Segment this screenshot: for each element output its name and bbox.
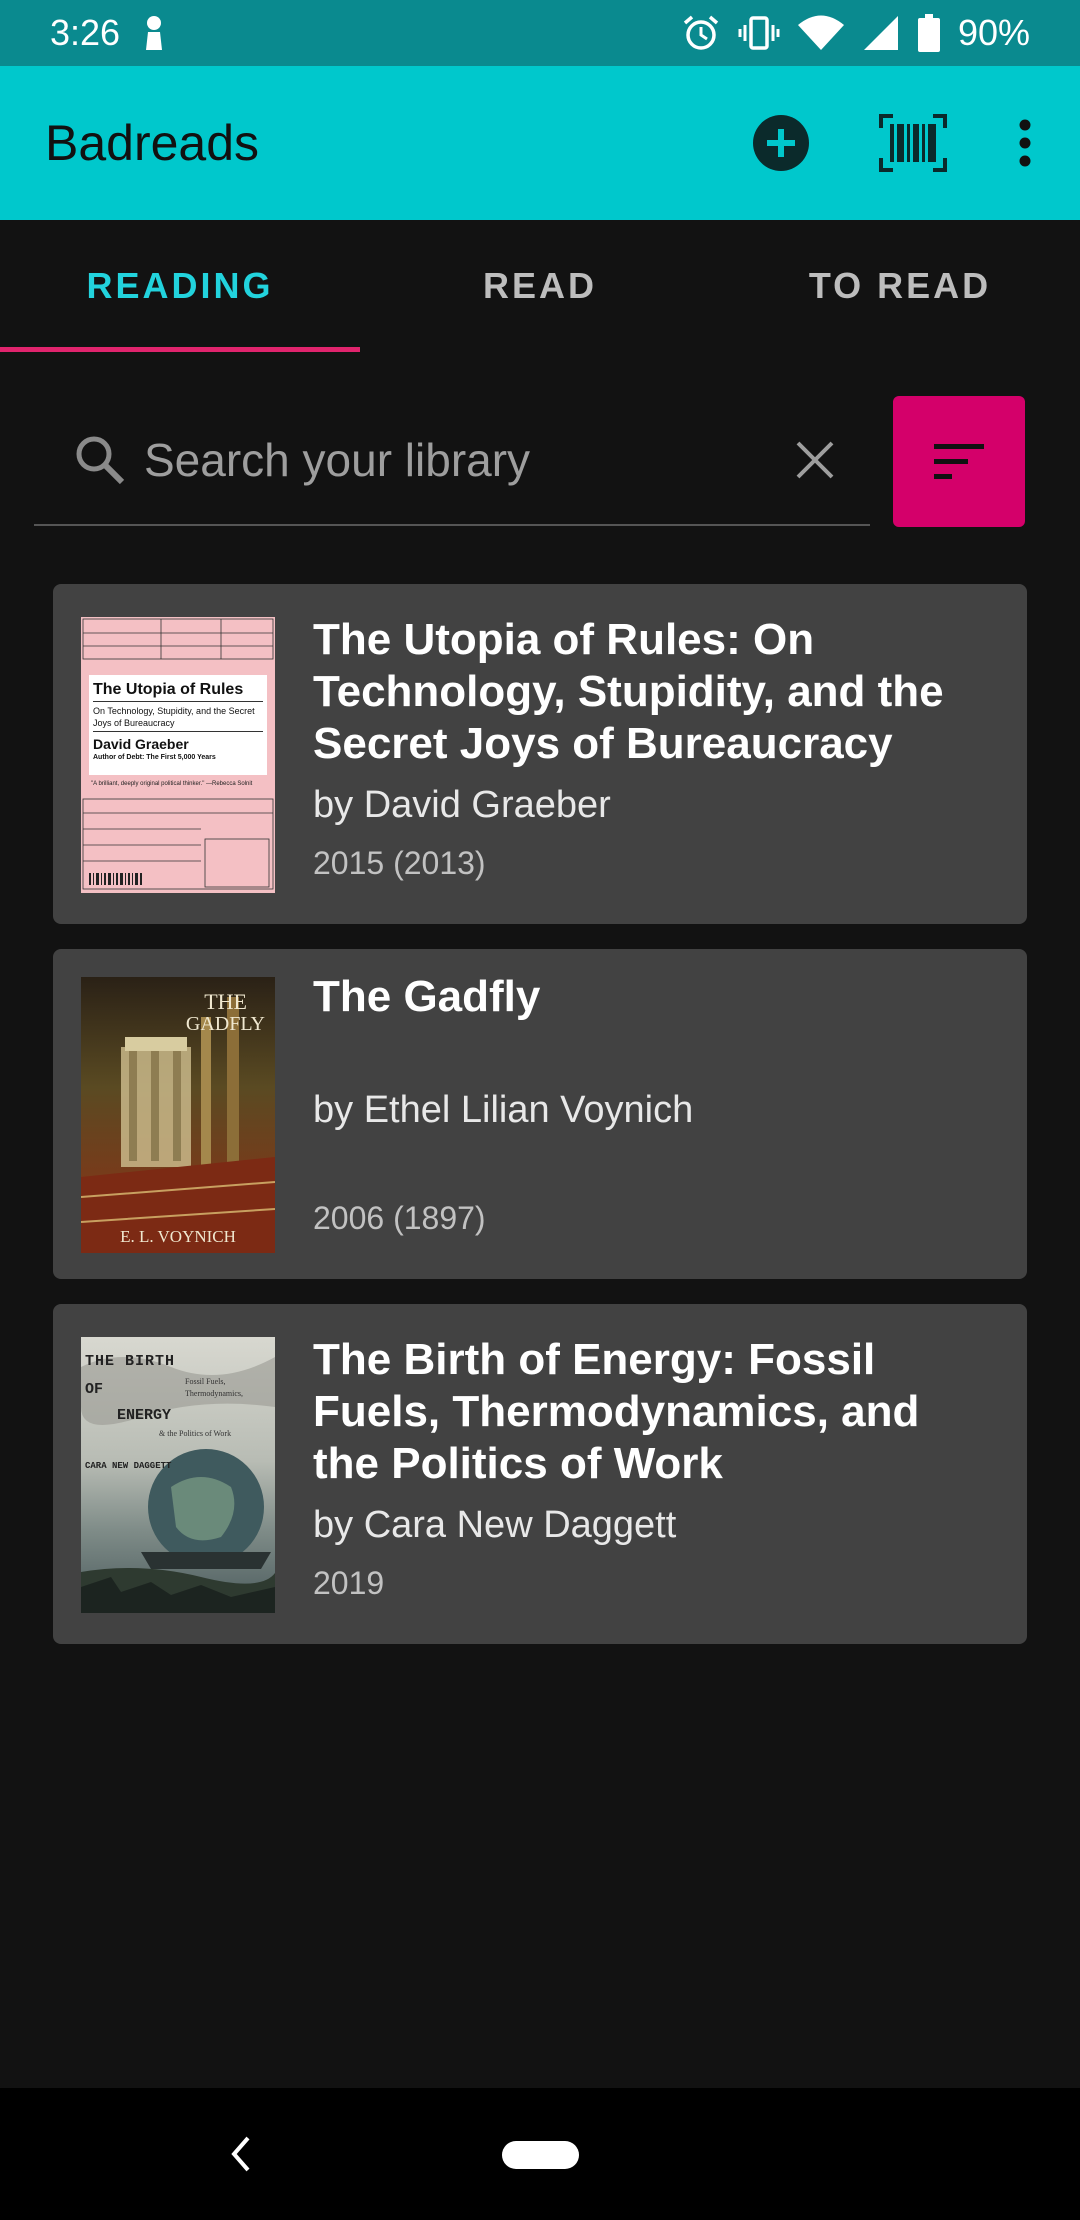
cover-author: David Graeber (93, 736, 189, 752)
more-vert-icon (1019, 119, 1031, 167)
book-year: 2019 (313, 1565, 385, 1601)
clear-icon[interactable] (790, 435, 840, 485)
globe-graphic (81, 1357, 275, 1613)
cover-sub3: & the Politics of Work (159, 1429, 232, 1438)
cover-sub1: Fossil Fuels, (185, 1377, 226, 1386)
book-card[interactable]: THE GADFLY E. L. VOYNICH The Gadfly by E… (53, 949, 1027, 1279)
book-year: 2015 (2013) (313, 845, 486, 881)
book-title: The Utopia of Rules: On Technology, Stup… (313, 615, 944, 768)
search-bar (34, 396, 870, 526)
app-bar: Badreads (0, 66, 1080, 220)
search-input[interactable] (144, 420, 790, 500)
add-icon (753, 115, 809, 171)
book-cover: The Utopia of Rules On Technology, Stupi… (81, 617, 275, 893)
sort-icon (934, 443, 984, 479)
barcode-icon (879, 114, 947, 172)
book-title: The Gadfly (313, 972, 541, 1021)
battery-icon (917, 14, 940, 52)
notification-icon (146, 16, 163, 50)
cover-title-line2: GADFLY (185, 1013, 265, 1035)
book-cover: THE BIRTH OF ENERGY Fossil Fuels, Thermo… (81, 1337, 275, 1613)
book-card[interactable]: The Utopia of Rules On Technology, Stupi… (53, 584, 1027, 924)
book-author: by David Graeber (313, 784, 611, 826)
cover-author: E. L. VOYNICH (120, 1227, 236, 1246)
cover-line1: THE BIRTH (85, 1353, 176, 1370)
alarm-icon (683, 15, 719, 50)
signal-icon (863, 16, 898, 50)
book-title: The Birth of Energy: Fossil Fuels, Therm… (313, 1335, 920, 1488)
status-time: 3:26 (50, 12, 121, 53)
cover-line2: OF (85, 1381, 104, 1398)
tab-to-read[interactable]: TO READ (720, 220, 1080, 352)
wifi-icon (797, 15, 844, 50)
scan-barcode-button[interactable] (879, 113, 947, 173)
vibrate-icon (738, 16, 780, 50)
battery-percent: 90% (957, 12, 1030, 53)
cover-title-line1: THE (204, 989, 247, 1014)
cover-sub2: Thermodynamics, (185, 1389, 243, 1398)
app-title: Badreads (45, 115, 260, 171)
cover-quote: "A brilliant, deeply original political … (91, 781, 253, 787)
book-cover: THE GADFLY E. L. VOYNICH (81, 977, 275, 1253)
cover-line3: ENERGY (117, 1407, 172, 1424)
more-options-button[interactable] (1015, 113, 1035, 173)
tab-reading[interactable]: READING (0, 220, 360, 352)
add-button[interactable] (751, 113, 811, 173)
book-card[interactable]: THE BIRTH OF ENERGY Fossil Fuels, Thermo… (53, 1304, 1027, 1644)
sort-button[interactable] (893, 396, 1025, 527)
status-bar: 3:26 90% (0, 0, 1080, 66)
cover-subtitle: On Technology, Stupidity, and the Secret… (93, 705, 263, 732)
back-icon[interactable] (222, 2128, 258, 2180)
tab-read[interactable]: READ (360, 220, 720, 352)
cover-tagline: Author of Debt: The First 5,000 Years (93, 754, 216, 761)
book-author: by Cara New Daggett (313, 1504, 677, 1546)
cover-author: CARA NEW DAGGETT (85, 1461, 172, 1471)
cover-title: The Utopia of Rules (93, 681, 263, 702)
system-nav-bar (0, 2088, 1080, 2220)
book-year: 2006 (1897) (313, 1200, 486, 1236)
book-author: by Ethel Lilian Voynich (313, 1089, 694, 1131)
home-pill[interactable] (502, 2141, 579, 2169)
search-icon (76, 436, 125, 485)
tab-bar: READING READ TO READ (0, 220, 1080, 352)
